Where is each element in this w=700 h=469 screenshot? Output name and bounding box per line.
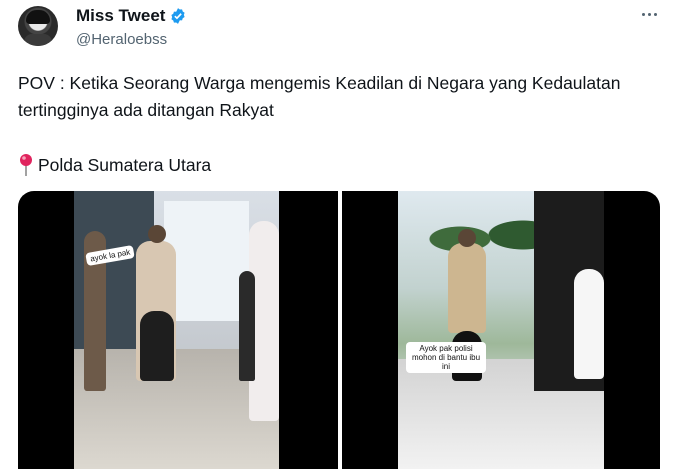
author-name-row: Miss Tweet xyxy=(76,6,187,26)
video-2-caption: Ayok pak polisi mohon di bantu ibu ini xyxy=(406,342,486,373)
video-1[interactable]: ayok la pak xyxy=(18,191,338,469)
round-pushpin-icon xyxy=(20,154,32,176)
avatar[interactable] xyxy=(18,6,58,46)
display-name[interactable]: Miss Tweet xyxy=(76,6,165,26)
video-2-frame: Ayok pak polisi mohon di bantu ibu ini xyxy=(398,191,604,469)
location-text: Polda Sumatera Utara xyxy=(38,154,212,175)
tweet-location: Polda Sumatera Utara xyxy=(18,153,211,177)
video-2[interactable]: Ayok pak polisi mohon di bantu ibu ini xyxy=(342,191,660,469)
verified-badge-icon xyxy=(171,8,186,24)
video-1-frame: ayok la pak xyxy=(74,191,279,469)
more-options-icon[interactable] xyxy=(640,6,660,22)
tweet-text: POV : Ketika Seorang Warga mengemis Kead… xyxy=(18,73,621,120)
avatar-body xyxy=(24,34,52,46)
media-grid: ayok la pak Ayok pak polisi mohon di ban… xyxy=(18,191,660,469)
author-handle[interactable]: @Heraloebss xyxy=(76,31,167,48)
avatar-hair xyxy=(26,10,50,24)
